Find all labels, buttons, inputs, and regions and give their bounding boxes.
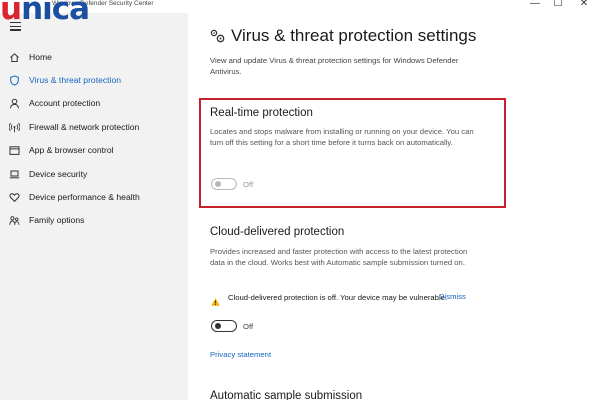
cloud-protection-description: Provides increased and faster protection…	[210, 247, 468, 267]
logo-part-blue: nica	[21, 0, 90, 27]
warning-icon	[211, 293, 220, 306]
sidebar-item-firewall[interactable]: Firewall & network protection	[0, 117, 188, 137]
page-description: View and update Virus & threat protectio…	[210, 56, 459, 76]
sidebar-item-label: Account protection	[29, 98, 101, 108]
cloud-warning-text: Cloud-delivered protection is off. Your …	[228, 293, 448, 302]
watermark-logo: u nica	[0, 0, 90, 27]
logo-part-red: u	[0, 0, 22, 27]
home-icon	[9, 52, 20, 63]
sidebar-item-family-options[interactable]: Family options	[0, 210, 188, 230]
sidebar-item-label: Device security	[29, 169, 88, 179]
cloud-toggle-label: Off	[243, 322, 254, 331]
heart-icon	[9, 192, 20, 203]
dismiss-link[interactable]: Dismiss	[439, 292, 466, 301]
sidebar-item-device-security[interactable]: Device security	[0, 164, 188, 184]
sidebar-item-label: App & browser control	[29, 145, 114, 155]
sidebar-item-account-protection[interactable]: Account protection	[0, 93, 188, 113]
sidebar-item-label: Home	[29, 52, 52, 62]
sidebar-item-label: Virus & threat protection	[29, 75, 122, 85]
sidebar-item-label: Family options	[29, 215, 85, 225]
cloud-protection-toggle[interactable]	[211, 320, 237, 332]
sidebar-item-label: Device performance & health	[29, 192, 140, 202]
shield-icon	[9, 74, 20, 86]
highlight-box	[199, 98, 506, 208]
close-button[interactable]: ✕	[577, 0, 591, 10]
laptop-icon	[9, 169, 20, 180]
cloud-protection-title: Cloud-delivered protection	[210, 226, 345, 238]
window-icon	[9, 145, 20, 156]
sidebar-item-label: Firewall & network protection	[29, 122, 140, 132]
sidebar-item-home[interactable]: Home	[0, 47, 188, 67]
title-bar: Windows Defender Security Center — ☐ ✕	[0, 0, 600, 13]
person-icon	[9, 98, 20, 109]
sidebar-item-virus-threat-protection[interactable]: Virus & threat protection	[0, 70, 188, 90]
sidebar-item-app-browser-control[interactable]: App & browser control	[0, 140, 188, 160]
minimize-button[interactable]: —	[528, 0, 542, 10]
family-icon	[9, 215, 20, 226]
automatic-sample-submission-title: Automatic sample submission	[210, 390, 363, 400]
privacy-statement-link[interactable]: Privacy statement	[210, 350, 271, 359]
gears-icon	[209, 28, 226, 45]
sidebar: Home Virus & threat protection Account p…	[0, 13, 188, 400]
antenna-icon	[9, 122, 20, 133]
sidebar-item-device-performance[interactable]: Device performance & health	[0, 187, 188, 207]
page-title: Virus & threat protection settings	[231, 26, 477, 45]
maximize-button[interactable]: ☐	[551, 0, 565, 10]
